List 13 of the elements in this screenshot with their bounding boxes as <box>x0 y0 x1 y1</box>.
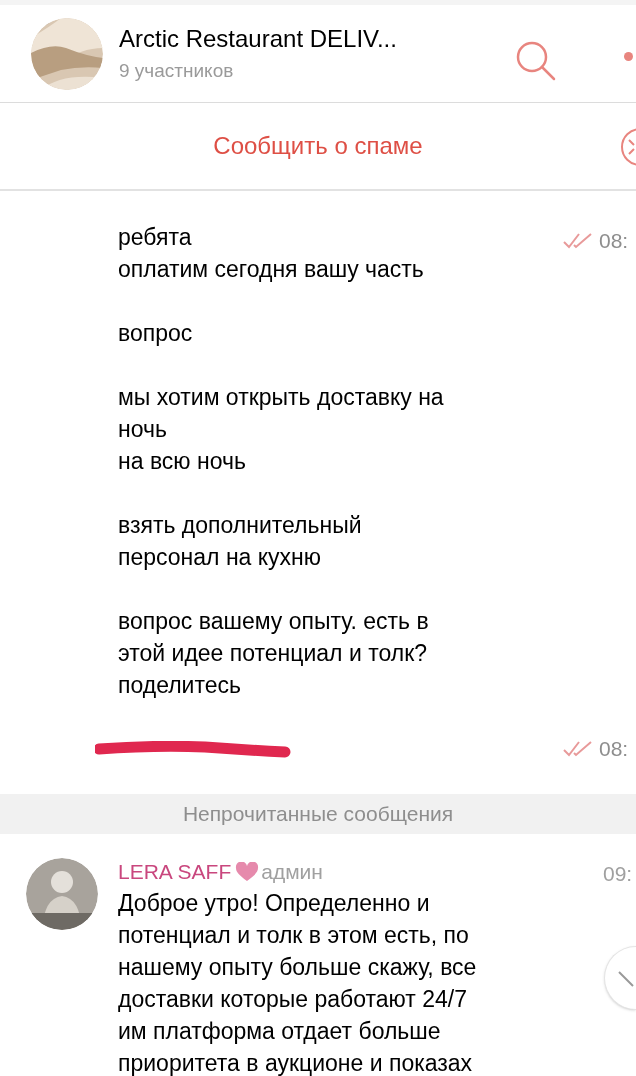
message-time: 09: <box>603 861 633 887</box>
chat-title: Arctic Restaurant DELIV... <box>119 23 397 54</box>
message-time: 08: <box>599 228 629 254</box>
scroll-down-button[interactable] <box>604 946 636 1010</box>
message-text: ребята оплатим сегодня вашу часть вопрос мы хотим открыть доставку на ночь на всю ночь взять дополнительный персонал на кухню вопрос вашему опыту. есть в этой идее потенциал и толк? поделитесь <box>118 223 444 700</box>
admin-label: админ <box>261 859 323 886</box>
member-count: 9 участников <box>119 58 235 83</box>
report-spam-link[interactable]: Сообщить о спаме <box>213 128 423 164</box>
close-icon[interactable] <box>620 127 636 167</box>
search-icon <box>514 39 558 83</box>
author-name: LERA SAFF <box>118 859 232 886</box>
message-time: 08: <box>599 736 629 762</box>
message-text: Доброе утро! Определенно и потенциал и толк в этом есть, по нашему опыту больше скажу, все доставки которые работают 24/7 им платформа отдает больше приоритета в аукционе и показах <box>118 889 477 1076</box>
